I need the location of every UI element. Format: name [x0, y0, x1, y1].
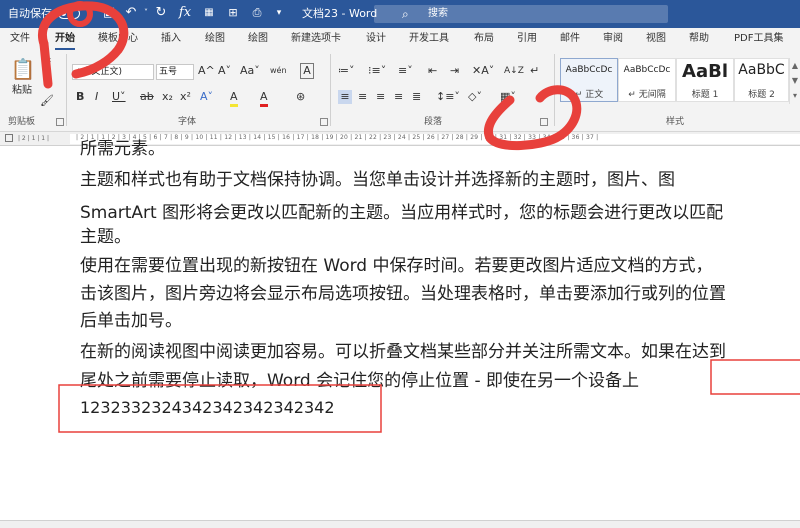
red-marker-scribble: [38, 1, 129, 79]
red-marker-stroke: [39, 39, 53, 89]
annotation-box-line-end: [710, 359, 800, 395]
red-marker-circle: [484, 85, 582, 151]
annotation-box-numbers: [58, 384, 382, 433]
annotation-overlay: [38, 1, 800, 433]
red-marker-circle-start: [67, 1, 93, 27]
